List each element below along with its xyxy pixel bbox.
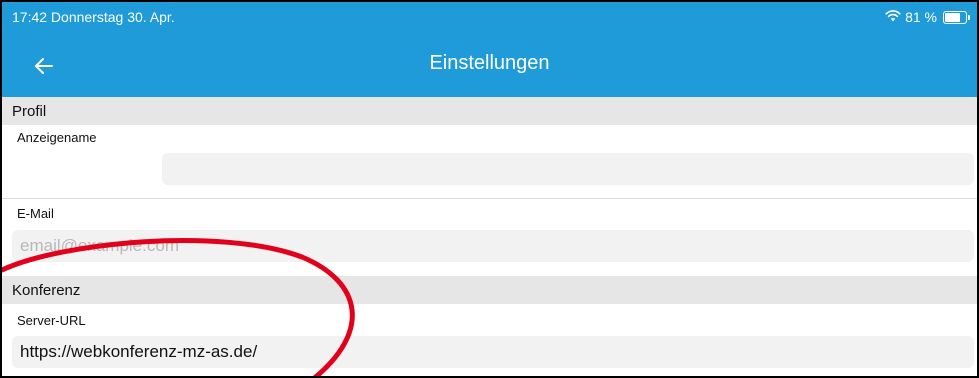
status-time-date: 17:42 Donnerstag 30. Apr.	[12, 9, 175, 25]
battery-level	[945, 12, 960, 22]
server-url-label: Server-URL	[17, 313, 86, 328]
display-name-field[interactable]	[162, 153, 974, 185]
section-header-konferenz: Konferenz	[2, 276, 977, 304]
field-divider	[2, 198, 977, 199]
page-title: Einstellungen	[429, 52, 550, 74]
display-name-label: Anzeigename	[17, 130, 97, 145]
battery-percentage: 81 %	[905, 9, 937, 25]
email-field[interactable]	[12, 230, 974, 262]
battery-icon	[943, 10, 970, 24]
app-bar: 17:42 Donnerstag 30. Apr. 81 % Einstellu…	[2, 2, 977, 97]
status-indicators: 81 %	[885, 9, 970, 25]
email-label: E-Mail	[17, 206, 54, 221]
server-url-field[interactable]	[12, 336, 974, 368]
section-header-profil: Profil	[2, 97, 977, 125]
settings-screen: 17:42 Donnerstag 30. Apr. 81 % Einstellu…	[0, 0, 979, 378]
wifi-icon	[885, 9, 901, 25]
